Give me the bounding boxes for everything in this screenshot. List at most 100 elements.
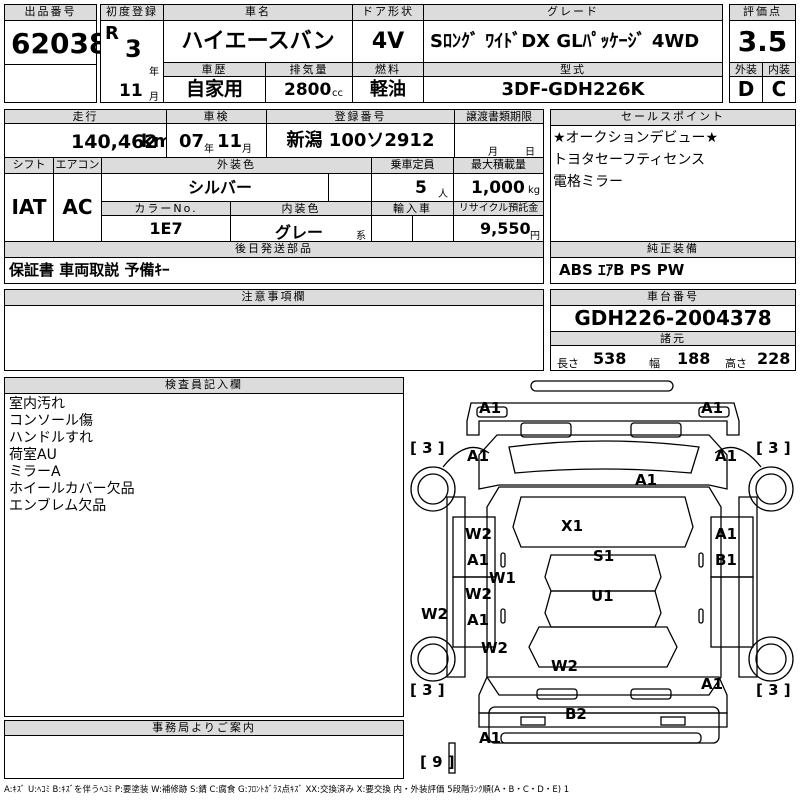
ac: AC — [53, 173, 102, 242]
first-reg-year: 3 — [125, 35, 142, 63]
era: R — [105, 23, 119, 44]
lot-no-blank — [4, 64, 97, 103]
inspection-cell: 07 年 11 月 — [166, 123, 267, 158]
exterior-header: 外装 — [729, 62, 763, 77]
displacement-cell: 2800 cc — [265, 76, 353, 103]
color-cell: シルバー — [101, 173, 329, 202]
equip-value: ABS ｴｱB PS PW — [559, 261, 685, 279]
door: 4V — [352, 20, 424, 63]
inspector-cell: 室内汚れ コンソール傷 ハンドルすれ 荷室AU ミラーA ホイールカバー欠品 エ… — [4, 393, 404, 717]
office-cell — [4, 735, 404, 779]
lot-no: 62038 — [11, 27, 109, 60]
damage-mark: W2 — [465, 525, 492, 543]
fuel-header: 燃料 — [352, 62, 424, 77]
interior-header: 内装 — [762, 62, 796, 77]
chassis: GDH226-2004378 — [550, 305, 796, 332]
capacity-unit: 人 — [438, 189, 448, 200]
deadline-cell: 月 日 — [454, 123, 544, 158]
int-color: グレー — [275, 223, 324, 242]
notes-header: 注意事項欄 — [4, 289, 544, 306]
legend: A:ｷｽﾞ U:ﾍｺﾐ B:ｷｽﾞを伴うﾍｺﾐ P:要塗装 W:補修跡 S:錆 … — [4, 785, 570, 795]
capacity: 5 — [415, 178, 427, 198]
damage-mark: A1 — [701, 399, 724, 417]
height: 228 — [757, 349, 791, 368]
ac-header: エアコン — [53, 157, 102, 174]
car-outline — [410, 380, 794, 774]
fuel: 軽油 — [352, 76, 424, 103]
inspector-line-2: コンソール傷 — [9, 413, 93, 429]
load-unit: kg — [528, 185, 541, 196]
load-cell: 1,000 kg — [453, 173, 544, 202]
score: 3.5 — [737, 25, 788, 58]
inspector-line-6: ホイールカバー欠品 — [9, 481, 135, 497]
import-cell-b — [412, 215, 454, 242]
len-label: 長さ — [557, 357, 579, 370]
recycle-header: リサイクル預託金 — [453, 201, 544, 216]
damage-mark: B2 — [565, 705, 587, 723]
color-blank — [328, 173, 372, 202]
first-reg-cell: R 3 年 11 月 — [100, 20, 164, 103]
damage-mark: A1 — [715, 447, 738, 465]
color-no: 1E7 — [101, 215, 231, 242]
capacity-header: 乗車定員 — [371, 157, 454, 174]
damage-mark: U1 — [591, 587, 614, 605]
color-header: 外装色 — [101, 157, 372, 174]
mileage-header: 走行 — [4, 109, 167, 124]
damage-mark: X1 — [561, 517, 584, 535]
spec-header: 諸元 — [550, 331, 796, 346]
month-unit: 月 — [149, 92, 159, 103]
inspector-line-3: ハンドルすれ — [9, 430, 93, 446]
damage-mark: A1 — [467, 611, 490, 629]
deadline-header: 譲渡書類期限 — [454, 109, 544, 124]
tire-left-rear: [ 3 ] — [410, 681, 445, 699]
plate: 新潟 100ソ2912 — [266, 123, 455, 158]
damage-mark: A1 — [715, 525, 738, 543]
damage-mark: A1 — [467, 551, 490, 569]
import-cell-a — [371, 215, 413, 242]
equip-header: 純正装備 — [550, 241, 796, 258]
inspection-header: 車検 — [166, 109, 267, 124]
int-color-unit: 系 — [356, 231, 366, 242]
grade-header: グレード — [423, 4, 723, 21]
width-label: 幅 — [649, 357, 660, 370]
car-name-cell: ハイエースバン — [163, 20, 353, 63]
parts-header: 後日発送部品 — [4, 241, 544, 258]
displacement-unit: cc — [332, 88, 343, 99]
history: 自家用 — [163, 76, 266, 103]
door-header: ドア形状 — [352, 4, 424, 21]
inspector-header: 検査員記入欄 — [4, 377, 404, 394]
parts-value: 保証書 車両取説 予備ｷｰ — [9, 261, 170, 279]
shift-header: シフト — [4, 157, 54, 174]
selling-header: セールスポイント — [550, 109, 796, 126]
damage-mark: A1 — [479, 729, 502, 747]
mileage-cell: 140,462 km — [4, 123, 172, 158]
chassis-header: 車台番号 — [550, 289, 796, 306]
height-label: 高さ — [725, 357, 747, 370]
selling-cell: ★オークションデビュー★ トヨタセーフティセンス 電格ミラー — [550, 125, 796, 255]
notes-cell — [4, 305, 544, 371]
recycle: 9,550 — [480, 219, 531, 238]
displacement-header: 排気量 — [265, 62, 353, 77]
grade-cell: Sﾛﾝｸﾞ ﾜｲﾄﾞDX GLﾊﾟｯｹｰｼﾞ 4WD — [423, 20, 723, 63]
insp-month-unit: 月 — [242, 144, 252, 155]
load: 1,000 — [471, 178, 525, 198]
tire-right-rear: [ 3 ] — [756, 681, 791, 699]
shift: IAT — [4, 173, 54, 242]
damage-mark: W2 — [481, 639, 508, 657]
spec-cell: 長さ 538 幅 188 高さ 228 — [550, 345, 796, 371]
first-reg-month: 11 — [119, 81, 143, 101]
insp-year-unit: 年 — [204, 144, 214, 155]
plate-header: 登録番号 — [266, 109, 455, 124]
damage-mark: A1 — [701, 675, 724, 693]
office-header: 事務局よりご案内 — [4, 720, 404, 736]
history-header: 車歴 — [163, 62, 266, 77]
damage-mark: A1 — [479, 399, 502, 417]
car-name-header: 車名 — [163, 4, 353, 21]
displacement: 2800 — [284, 80, 332, 100]
lot-no-cell: 62038 — [4, 20, 108, 65]
damage-mark: S1 — [593, 547, 615, 565]
exterior: D — [729, 76, 763, 103]
deadline-day: 日 — [525, 147, 535, 158]
selling-point-2: トヨタセーフティセンス — [553, 152, 706, 168]
color: シルバー — [187, 178, 252, 197]
